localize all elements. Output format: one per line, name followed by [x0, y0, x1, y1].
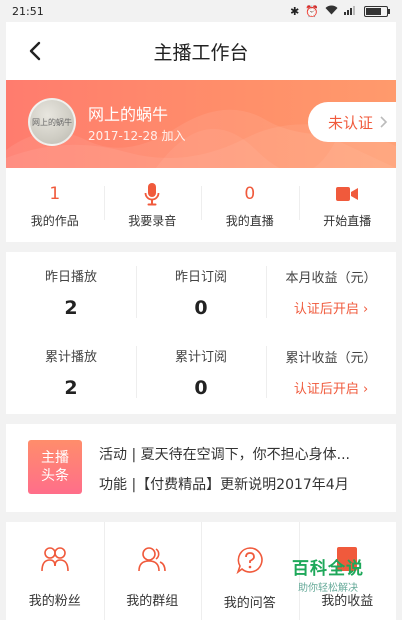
- page-title: 主播工作台: [153, 41, 249, 64]
- divider: [6, 242, 396, 252]
- stats-row-daily: 昨日播放 2 昨日订阅 0 本月收益（元） 认证后开启 ›: [6, 252, 396, 332]
- chevron-right-icon: ›: [362, 382, 369, 397]
- verify-button[interactable]: 未认证: [308, 102, 396, 142]
- question-icon: [236, 547, 263, 574]
- headline-item[interactable]: 活动 | 夏天待在空调下，你不担心身体...: [99, 444, 389, 464]
- menu-label: 我的问答: [223, 596, 276, 611]
- link-text: 认证后开启: [293, 382, 359, 397]
- avatar-text: 网上的蜗牛: [32, 117, 72, 127]
- group-icon: [138, 547, 167, 572]
- stat-value: 2: [64, 376, 78, 399]
- record-label: 我要录音: [128, 213, 177, 228]
- record-button[interactable]: 我要录音: [103, 168, 202, 242]
- stat-label: 累计订阅: [174, 349, 227, 365]
- stats-panel: 昨日播放 2 昨日订阅 0 本月收益（元） 认证后开启 › 累计播放 2 累计订…: [6, 252, 396, 414]
- chevron-left-icon: [29, 41, 41, 61]
- start-live-button[interactable]: 开始直播: [298, 168, 397, 242]
- menu-fans[interactable]: 我的粉丝: [6, 522, 104, 620]
- stat-value: 2: [64, 296, 78, 319]
- watermark-title: 百科全说: [292, 559, 364, 579]
- live-count: 0: [244, 183, 256, 204]
- my-works-button[interactable]: 1 我的作品: [6, 168, 104, 242]
- menu-label: 我的群组: [126, 594, 179, 609]
- live-label: 我的直播: [225, 213, 274, 228]
- badge-line: 头条: [41, 468, 69, 484]
- verify-to-unlock-link[interactable]: 认证后开启 ›: [294, 378, 368, 397]
- stat-month-income: 本月收益（元） 认证后开启 ›: [266, 252, 396, 332]
- anchor-headlines: 主播 头条 活动 | 夏天待在空调下，你不担心身体... 功能 |【付费精品】更…: [6, 424, 396, 512]
- verify-to-unlock-link[interactable]: 认证后开启 ›: [294, 298, 368, 317]
- signal-icon: [344, 5, 358, 18]
- stat-yesterday-plays: 昨日播放 2: [6, 252, 136, 332]
- stat-label: 昨日订阅: [174, 269, 227, 285]
- start-live-label: 开始直播: [323, 213, 372, 228]
- stat-value: 0: [194, 296, 208, 319]
- works-count: 1: [49, 183, 61, 204]
- stat-label: 累计收益（元）: [285, 351, 377, 366]
- battery-icon: [364, 5, 390, 17]
- stat-label: 昨日播放: [44, 269, 97, 285]
- menu-label: 我的粉丝: [28, 594, 81, 609]
- bluetooth-icon: ✱: [290, 4, 300, 18]
- link-text: 认证后开启: [293, 302, 359, 317]
- headline-item[interactable]: 功能 |【付费精品】更新说明2017年4月: [99, 474, 389, 494]
- watermark: 百科全说 助你轻松解决: [290, 554, 366, 594]
- divider: [6, 512, 396, 522]
- alarm-icon: ⏰: [305, 4, 319, 18]
- chevron-right-icon: [380, 116, 388, 128]
- stat-total-subs: 累计订阅 0: [136, 332, 266, 412]
- status-bar: 21:51 ✱ ⏰: [6, 0, 396, 22]
- works-label: 我的作品: [30, 213, 79, 228]
- avatar[interactable]: 网上的蜗牛: [28, 98, 76, 146]
- wifi-icon: [325, 5, 338, 18]
- stat-label: 本月收益（元）: [285, 271, 377, 286]
- stats-row-total: 累计播放 2 累计订阅 0 累计收益（元） 认证后开启 ›: [6, 332, 396, 412]
- microphone-icon: [144, 182, 160, 206]
- stat-total-income: 累计收益（元） 认证后开启 ›: [266, 332, 396, 412]
- fans-icon: [40, 547, 69, 572]
- stat-total-plays: 累计播放 2: [6, 332, 136, 412]
- watermark-subtitle: 助你轻松解决: [298, 583, 358, 594]
- nav-bar: 主播工作台: [6, 22, 396, 80]
- my-live-button[interactable]: 0 我的直播: [201, 168, 299, 242]
- user-name: 网上的蜗牛: [88, 105, 169, 124]
- join-date: 2017-12-28 加入: [88, 129, 186, 143]
- menu-qa[interactable]: 我的问答: [201, 522, 299, 620]
- divider: [6, 414, 396, 424]
- verify-label: 未认证: [328, 113, 374, 132]
- video-camera-icon: [336, 182, 359, 206]
- status-time: 21:51: [12, 4, 44, 18]
- quick-actions: 1 我的作品 我要录音 0 我的直播 开始直播: [6, 168, 396, 242]
- headline-badge: 主播 头条: [28, 440, 82, 494]
- badge-line: 主播: [41, 450, 69, 466]
- stat-yesterday-subs: 昨日订阅 0: [136, 252, 266, 332]
- app-frame: 21:51 ✱ ⏰ 主播工作台 网上的蜗牛 网上的蜗牛 2017-12-28 加…: [6, 0, 396, 620]
- profile-banner: 网上的蜗牛 网上的蜗牛 2017-12-28 加入 未认证: [6, 80, 396, 168]
- status-icons: ✱ ⏰: [290, 4, 390, 18]
- stat-value: 0: [194, 376, 208, 399]
- chevron-right-icon: ›: [362, 302, 369, 317]
- menu-groups[interactable]: 我的群组: [103, 522, 202, 620]
- stat-label: 累计播放: [44, 349, 97, 365]
- back-button[interactable]: [20, 36, 50, 66]
